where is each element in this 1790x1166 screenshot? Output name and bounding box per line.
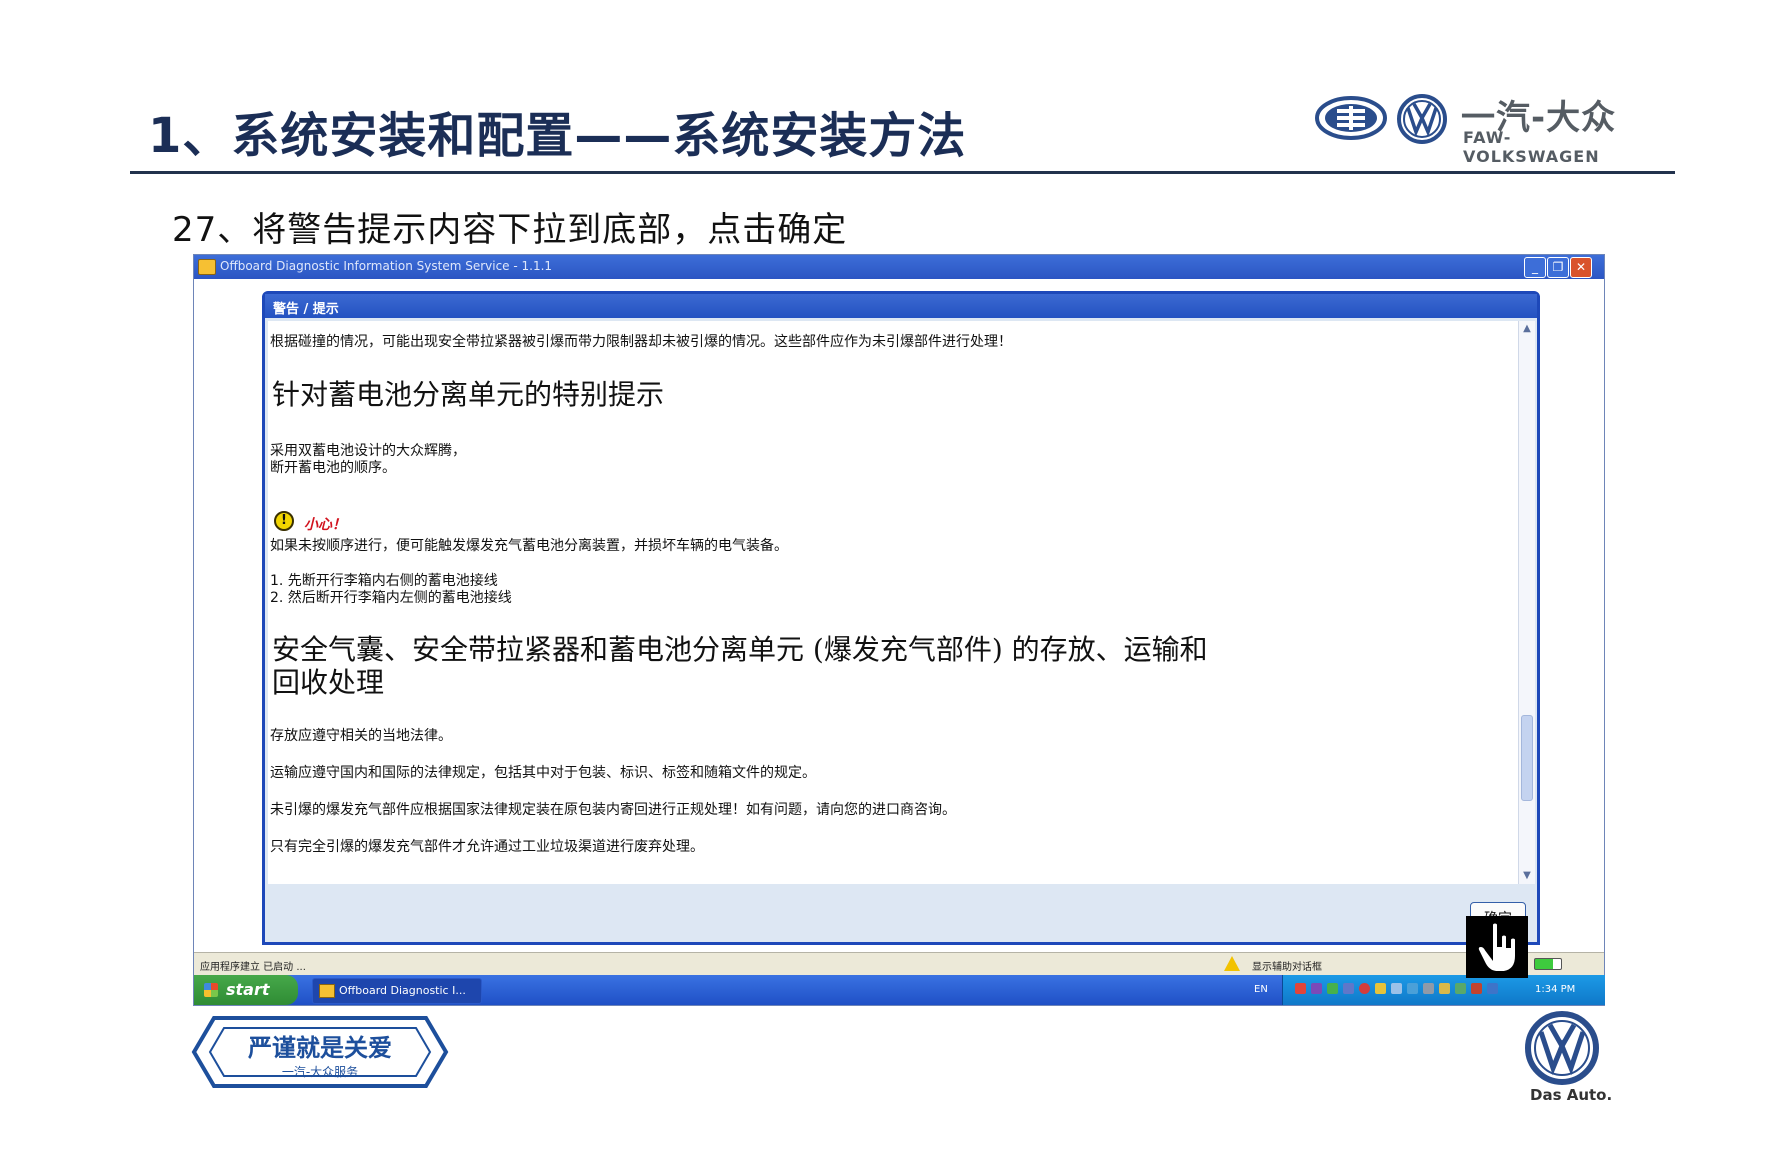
scroll-down-icon[interactable]: ▼ xyxy=(1519,868,1535,884)
app-icon xyxy=(198,259,216,275)
scroll-up-icon[interactable]: ▲ xyxy=(1519,321,1535,337)
clock[interactable]: 1:34 PM xyxy=(1535,984,1575,995)
brand-name-en: FAW-VOLKSWAGEN xyxy=(1463,128,1600,166)
das-auto-text: Das Auto. xyxy=(1530,1086,1613,1104)
assist-dialog-label[interactable]: 显示辅助对话框 xyxy=(1252,958,1322,973)
vertical-scrollbar[interactable]: ▲ ▼ xyxy=(1518,321,1535,884)
warning-dialog: 警告 / 提示 根据碰撞的情况，可能出现安全带拉紧器被引爆而带力限制器却未被引爆… xyxy=(262,291,1540,945)
service-slogan-text: 严谨就是关爱 xyxy=(248,1034,392,1062)
tray-icon-13[interactable] xyxy=(1487,983,1498,994)
restore-button[interactable]: ❐ xyxy=(1547,257,1569,278)
vw-logo-icon xyxy=(1397,94,1447,144)
unfired-text: 未引爆的爆发充气部件应根据国家法律规定装在原包装内寄回进行正规处理！如有问题，请… xyxy=(270,802,956,818)
taskbar: start Offboard Diagnostic I... EN 1:34 P… xyxy=(194,975,1605,1005)
service-sub-text: 一汽-大众服务 xyxy=(282,1064,358,1079)
start-button[interactable]: start xyxy=(194,975,298,1005)
tray-icon-9[interactable] xyxy=(1423,983,1434,994)
warning-content[interactable]: 根据碰撞的情况，可能出现安全带拉紧器被引爆而带力限制器却未被引爆的情况。这些部件… xyxy=(268,321,1518,884)
start-label: start xyxy=(226,980,270,999)
window-titlebar[interactable]: Offboard Diagnostic Information System S… xyxy=(194,255,1604,279)
battery-icon xyxy=(1534,958,1562,970)
transport-text: 运输应遵守国内和国际的法律规定，包括其中对于包装、标识、标签和随箱文件的规定。 xyxy=(270,765,816,781)
language-indicator[interactable]: EN xyxy=(1254,984,1268,995)
close-button[interactable]: ✕ xyxy=(1570,257,1592,278)
caution-text: 如果未按顺序进行，便可能触发爆发充气蓄电池分离装置，并损坏车辆的电气装备。 xyxy=(270,538,788,554)
dialog-header: 警告 / 提示 xyxy=(265,294,1537,318)
tray-icon-6[interactable] xyxy=(1375,983,1386,994)
heading-storage-line2: 回收处理 xyxy=(272,666,385,699)
system-tray: 1:34 PM xyxy=(1282,975,1605,1005)
tray-icon-12[interactable] xyxy=(1471,983,1482,994)
tray-icon-7[interactable] xyxy=(1391,983,1402,994)
app-window: Offboard Diagnostic Information System S… xyxy=(193,254,1605,1006)
title-divider xyxy=(130,171,1675,174)
scroll-thumb[interactable] xyxy=(1521,715,1533,801)
hand-pointer-icon xyxy=(1476,921,1517,973)
odis-app-icon xyxy=(319,984,335,998)
phaeton-note-line2: 断开蓄电池的顺序。 xyxy=(270,460,396,476)
tray-icon-1[interactable] xyxy=(1295,983,1306,994)
vw-footer-logo-icon xyxy=(1525,1011,1599,1085)
tray-icon-3[interactable] xyxy=(1327,983,1338,994)
step-2-text: 2. 然后断开行李箱内左侧的蓄电池接线 xyxy=(270,590,512,606)
tray-icon-4[interactable] xyxy=(1343,983,1354,994)
slide-title: 1、系统安装和配置——系统安装方法 xyxy=(148,108,967,164)
windows-flag-icon xyxy=(204,983,218,997)
intro-text: 根据碰撞的情况，可能出现安全带拉紧器被引爆而带力限制器却未被引爆的情况。这些部件… xyxy=(270,334,1012,350)
tray-icon-5[interactable] xyxy=(1359,983,1370,994)
service-slogan-logo: 严谨就是关爱 一汽-大众服务 xyxy=(191,1016,449,1088)
tray-icon-11[interactable] xyxy=(1455,983,1466,994)
minimize-button[interactable]: _ xyxy=(1524,257,1546,278)
tray-icon-2[interactable] xyxy=(1311,983,1322,994)
taskbar-item-label: Offboard Diagnostic I... xyxy=(339,984,466,997)
fired-text: 只有完全引爆的爆发充气部件才允许通过工业垃圾渠道进行废弃处理。 xyxy=(270,839,704,855)
taskbar-item-odis[interactable]: Offboard Diagnostic I... xyxy=(312,978,482,1004)
warning-icon[interactable] xyxy=(1224,956,1240,971)
caution-label: 小心！ xyxy=(304,517,346,533)
caution-icon: ! xyxy=(274,511,294,531)
faw-vw-brand: 一汽-大众 FAW-VOLKSWAGEN xyxy=(1315,94,1635,166)
heading-battery-separation: 针对蓄电池分离单元的特别提示 xyxy=(272,378,665,411)
status-bar: 应用程序建立 已启动 ... 显示辅助对话框 xyxy=(194,952,1604,975)
faw-logo-icon xyxy=(1315,96,1387,140)
dialog-title: 警告 / 提示 xyxy=(273,302,339,317)
step-caption: 27、将警告提示内容下拉到底部，点击确定 xyxy=(172,210,848,250)
status-text: 应用程序建立 已启动 ... xyxy=(200,962,306,973)
hand-cursor xyxy=(1466,916,1528,978)
window-title: Offboard Diagnostic Information System S… xyxy=(220,259,553,273)
heading-storage-line1: 安全气囊、安全带拉紧器和蓄电池分离单元 (爆发充气部件) 的存放、运输和 xyxy=(272,633,1208,666)
storage-text: 存放应遵守相关的当地法律。 xyxy=(270,728,452,744)
tray-icon-10[interactable] xyxy=(1439,983,1450,994)
tray-icon-8[interactable] xyxy=(1407,983,1418,994)
